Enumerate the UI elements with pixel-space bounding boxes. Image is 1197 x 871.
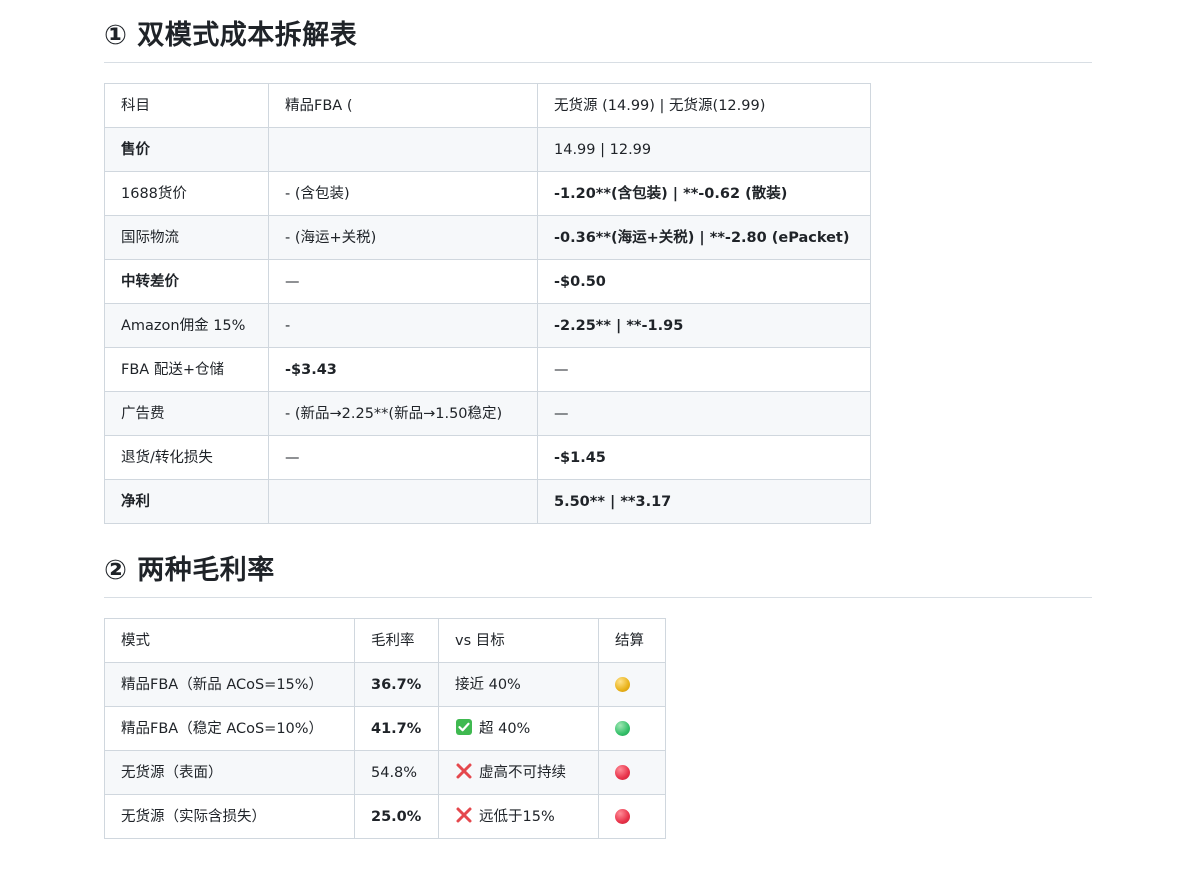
status-cell xyxy=(598,750,666,795)
table-cell: -$0.50 xyxy=(537,259,871,304)
table-cell: 售价 xyxy=(104,127,269,172)
mode-cell: 无货源（实际含损失） xyxy=(104,794,355,839)
vs-target-cell: 虚高不可持续 xyxy=(438,750,599,795)
check-icon xyxy=(456,719,472,735)
column-header: 模式 xyxy=(104,618,355,663)
table-cell: 广告费 xyxy=(104,391,269,436)
table-cell xyxy=(268,127,538,172)
table-row: 售价 14.99 | 12.99 xyxy=(104,127,871,172)
table-row: 国际物流 - (海运+关税) -0.36**(海运+关税) | **-2.80 … xyxy=(104,215,871,260)
table-cell: 退货/转化损失 xyxy=(104,435,269,480)
margin-cell: 25.0% xyxy=(354,794,439,839)
table-row: Amazon佣金 15% - -2.25** | **-1.95 xyxy=(104,303,871,348)
column-header: 毛利率 xyxy=(354,618,439,663)
table-cell: — xyxy=(537,347,871,392)
status-cell xyxy=(598,794,666,839)
status-cell xyxy=(598,706,666,751)
column-header: 结算 xyxy=(598,618,666,663)
table-row: 净利 5.50** | **3.17 xyxy=(104,479,871,524)
table-cell: 5.50** | **3.17 xyxy=(537,479,871,524)
vs-target-text: 虚高不可持续 xyxy=(479,765,566,781)
table-row: 精品FBA（新品 ACoS=15%） 36.7% 接近 40% xyxy=(104,662,666,707)
table-cell: — xyxy=(537,391,871,436)
table-cell: 净利 xyxy=(104,479,269,524)
table-cell: 无货源 (14.99) | 无货源(12.99) xyxy=(537,83,871,128)
mode-cell: 无货源（表面） xyxy=(104,750,355,795)
table-row: 无货源（实际含损失） 25.0% 远低于15% xyxy=(104,794,666,839)
cost-breakdown-table: 科目 精品FBA ( 无货源 (14.99) | 无货源(12.99) 售价 1… xyxy=(104,83,871,524)
table-cell: Amazon佣金 15% xyxy=(104,303,269,348)
table-cell: FBA 配送+仓储 xyxy=(104,347,269,392)
table-cell: - (海运+关税) xyxy=(268,215,538,260)
table-cell: 国际物流 xyxy=(104,215,269,260)
margin-cell: 36.7% xyxy=(354,662,439,707)
vs-target-cell: 远低于15% xyxy=(438,794,599,839)
table-cell: 精品FBA ( xyxy=(268,83,538,128)
status-cell xyxy=(598,662,666,707)
cross-icon xyxy=(456,763,472,779)
table-row: 精品FBA（稳定 ACoS=10%） 41.7% 超 40% xyxy=(104,706,666,751)
table-cell: -0.36**(海运+关税) | **-2.80 (ePacket) xyxy=(537,215,871,260)
table-cell: -$3.43 xyxy=(268,347,538,392)
table-cell: — xyxy=(268,435,538,480)
table-cell: -2.25** | **-1.95 xyxy=(537,303,871,348)
vs-target-text: 接近 40% xyxy=(455,676,521,693)
table-cell: 中转差价 xyxy=(104,259,269,304)
green-circle-icon xyxy=(615,720,630,736)
table-cell: - xyxy=(268,303,538,348)
table-row: 退货/转化损失 — -$1.45 xyxy=(104,435,871,480)
document-body: ① 双模式成本拆解表 科目 精品FBA ( 无货源 (14.99) | 无货源(… xyxy=(104,0,1092,839)
table-cell: -$1.45 xyxy=(537,435,871,480)
table-row: 科目 精品FBA ( 无货源 (14.99) | 无货源(12.99) xyxy=(104,83,871,128)
table-row: 中转差价 — -$0.50 xyxy=(104,259,871,304)
section-heading-cost-breakdown: ① 双模式成本拆解表 xyxy=(104,19,1092,63)
vs-target-cell: 接近 40% xyxy=(438,662,599,707)
table-cell: -1.20**(含包装) | **-0.62 (散装) xyxy=(537,171,871,216)
red-circle-icon xyxy=(615,764,630,780)
table-row: 无货源（表面） 54.8% 虚高不可持续 xyxy=(104,750,666,795)
vs-target-cell: 超 40% xyxy=(438,706,599,751)
cross-icon xyxy=(456,807,472,823)
table-row: 1688货价 - (含包装) -1.20**(含包装) | **-0.62 (散… xyxy=(104,171,871,216)
table-header-row: 模式 毛利率 vs 目标 结算 xyxy=(104,618,666,663)
gross-margin-table: 模式 毛利率 vs 目标 结算 精品FBA（新品 ACoS=15%） 36.7%… xyxy=(104,618,666,839)
mode-cell: 精品FBA（稳定 ACoS=10%） xyxy=(104,706,355,751)
margin-cell: 41.7% xyxy=(354,706,439,751)
table-row: 广告费 - (新品→2.25**(新品→1.50稳定) — xyxy=(104,391,871,436)
table-cell xyxy=(268,479,538,524)
yellow-circle-icon xyxy=(615,676,630,692)
red-circle-icon xyxy=(615,808,630,824)
margin-cell: 54.8% xyxy=(354,750,439,795)
section-heading-gross-margin: ② 两种毛利率 xyxy=(104,554,1092,598)
table-cell: 1688货价 xyxy=(104,171,269,216)
table-cell: — xyxy=(268,259,538,304)
column-header: vs 目标 xyxy=(438,618,599,663)
table-cell: 科目 xyxy=(104,83,269,128)
table-cell: - (含包装) xyxy=(268,171,538,216)
table-row: FBA 配送+仓储 -$3.43 — xyxy=(104,347,871,392)
vs-target-text: 远低于15% xyxy=(479,809,555,825)
table-cell: 14.99 | 12.99 xyxy=(537,127,871,172)
mode-cell: 精品FBA（新品 ACoS=15%） xyxy=(104,662,355,707)
vs-target-text: 超 40% xyxy=(479,721,531,737)
table-cell: - (新品→2.25**(新品→1.50稳定) xyxy=(268,391,538,436)
